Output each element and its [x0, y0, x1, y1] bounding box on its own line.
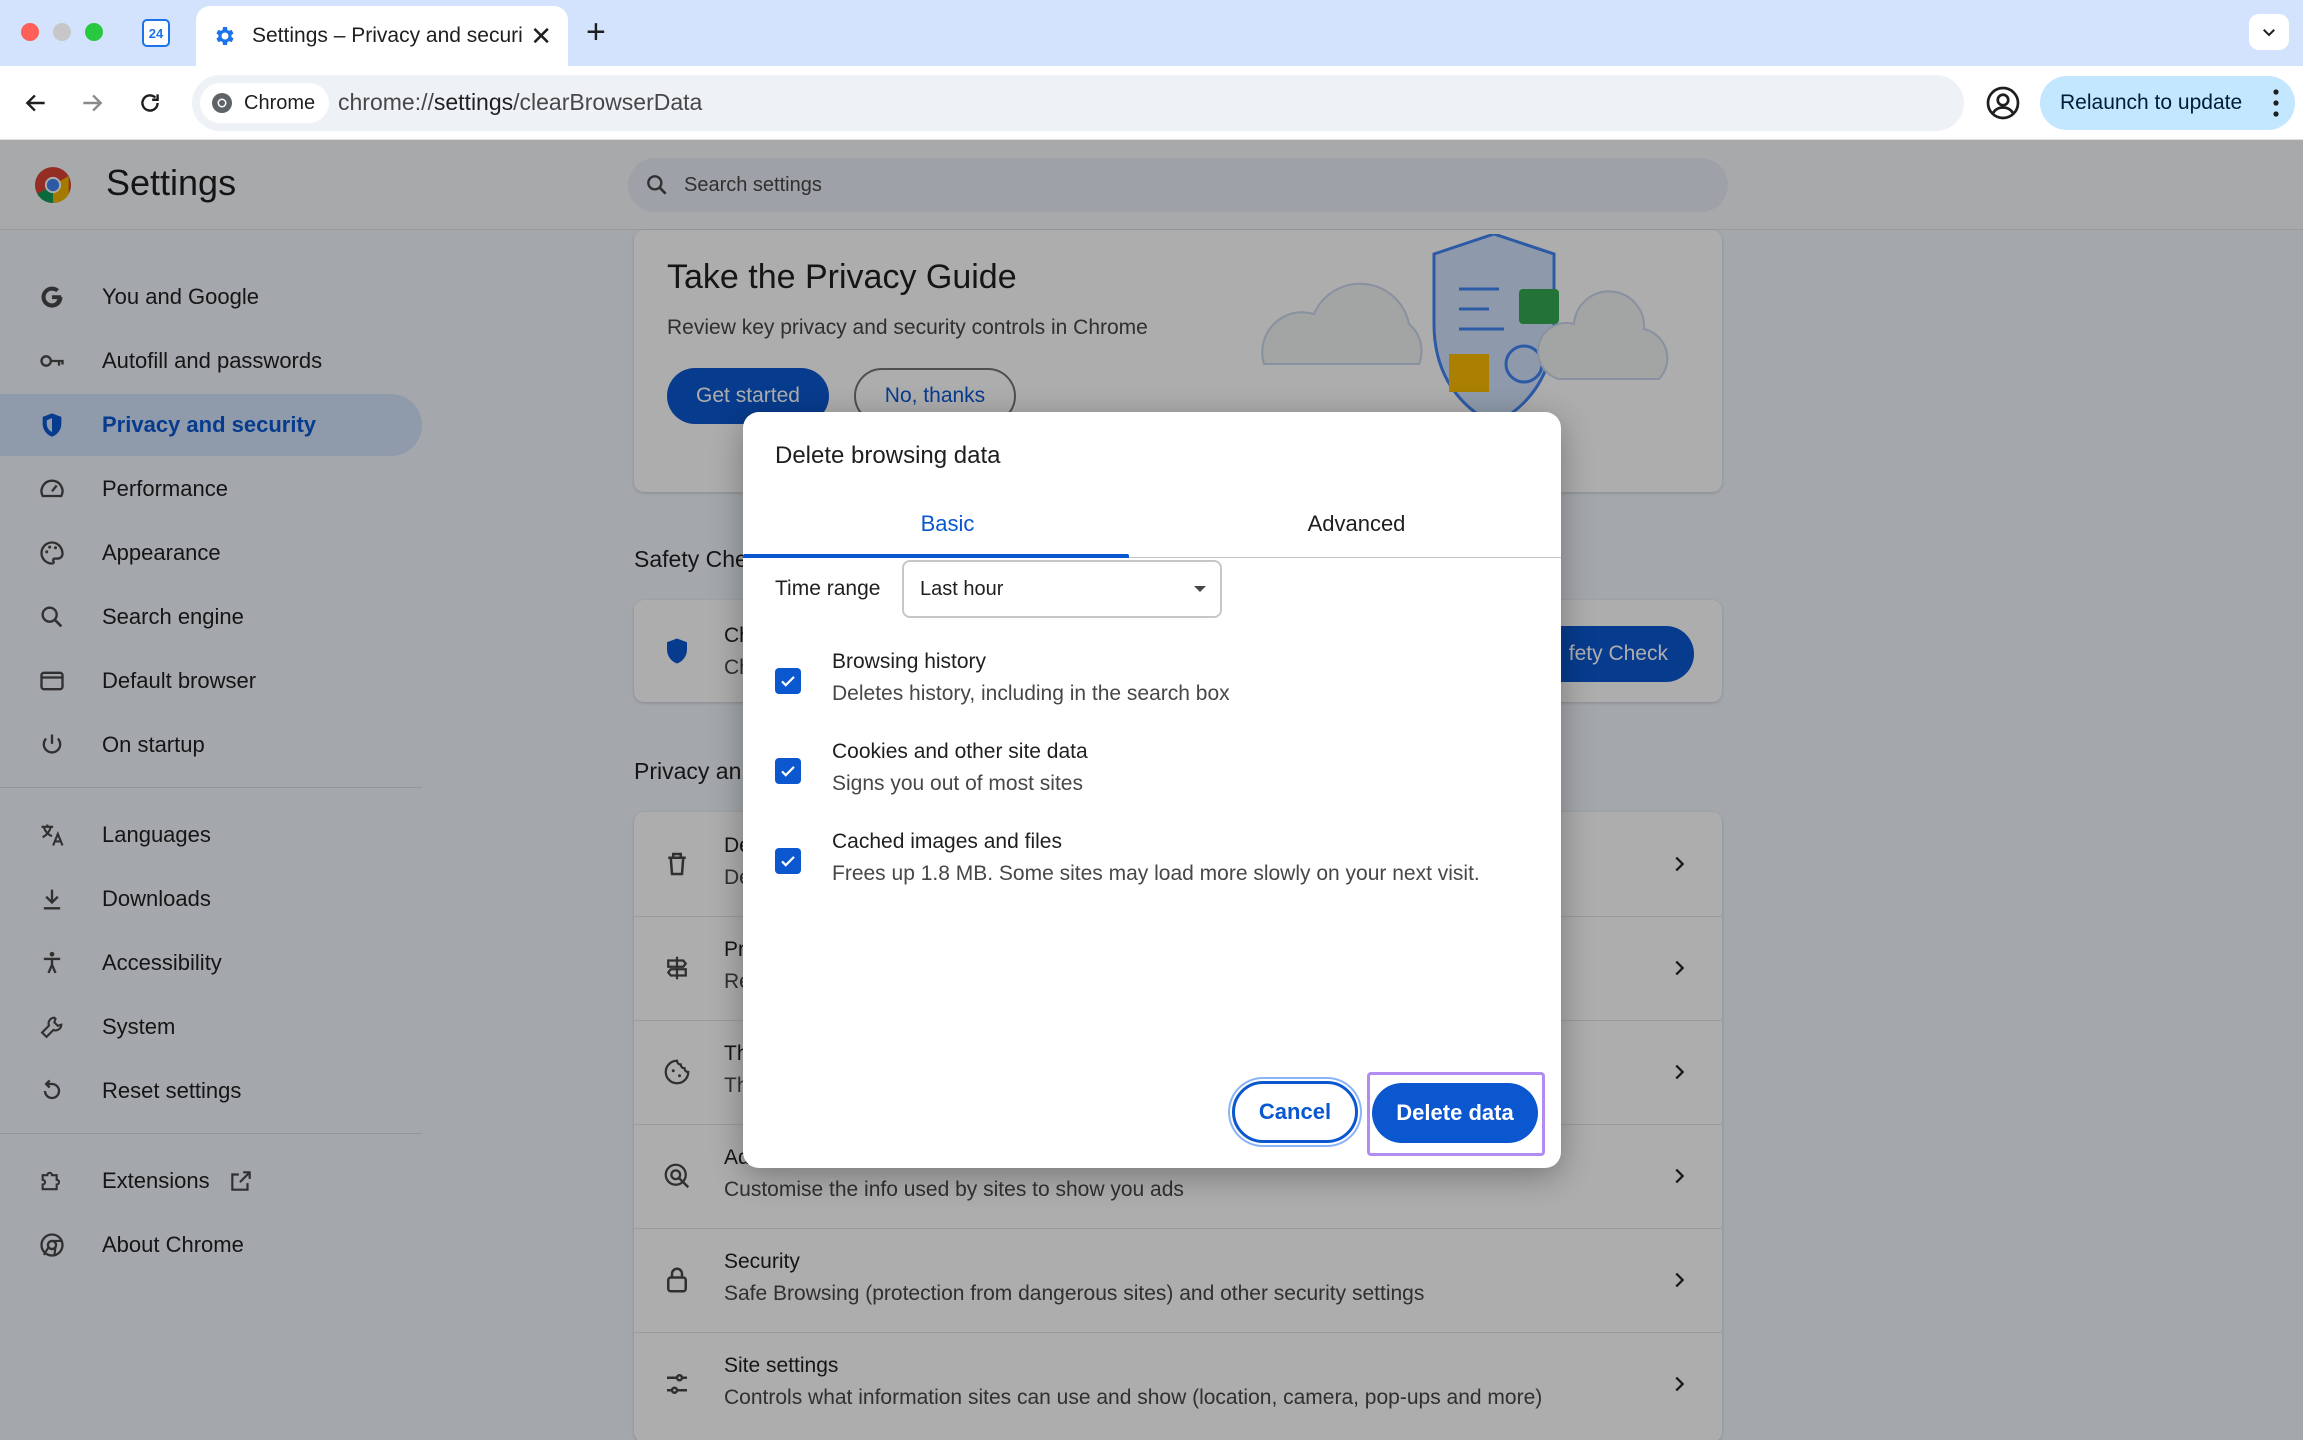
option-subtitle: Deletes history, including in the search… — [832, 682, 1230, 705]
address-bar[interactable]: Chrome chrome://settings/clearBrowserDat… — [192, 75, 2125, 131]
time-range-label: Time range — [775, 577, 881, 600]
option-cached-images: Cached images and files Frees up 1.8 MB.… — [775, 830, 1535, 900]
option-subtitle: Frees up 1.8 MB. Some sites may load mor… — [832, 862, 1480, 885]
more-vert-icon[interactable] — [2273, 88, 2279, 118]
browser-toolbar: Chrome chrome://settings/clearBrowserDat… — [0, 66, 2303, 140]
minimize-window-button[interactable] — [53, 23, 71, 41]
option-title: Browsing history — [832, 650, 987, 673]
time-range-select[interactable]: Last hour — [902, 560, 1222, 618]
option-cookies: Cookies and other site data Signs you ou… — [775, 740, 1535, 810]
reload-icon — [141, 94, 159, 112]
option-browsing-history: Browsing history Deletes history, includ… — [775, 650, 1535, 720]
forward-button[interactable] — [72, 83, 112, 123]
close-window-button[interactable] — [21, 23, 39, 41]
chrome-icon — [212, 93, 232, 113]
back-button[interactable] — [16, 83, 56, 123]
cookies-checkbox[interactable] — [775, 758, 801, 784]
option-subtitle: Signs you out of most sites — [832, 772, 1083, 795]
tab-search-button[interactable] — [2249, 14, 2289, 50]
site-chip-label: Chrome — [244, 91, 316, 114]
cancel-button[interactable]: Cancel — [1232, 1081, 1358, 1143]
tab-strip: 24 Settings – Privacy and securit ✕ + — [0, 0, 2303, 66]
active-tab[interactable]: Settings – Privacy and securit ✕ — [196, 6, 568, 66]
reload-button[interactable] — [130, 83, 170, 123]
option-title: Cached images and files — [832, 830, 1062, 853]
time-range-value: Last hour — [920, 577, 1004, 600]
relaunch-label: Relaunch to update — [2060, 91, 2243, 114]
dialog-tabs: Basic Advanced — [743, 490, 1561, 558]
profile-icon[interactable] — [1985, 85, 2021, 121]
delete-data-button[interactable]: Delete data — [1372, 1083, 1538, 1143]
tab-close-icon[interactable]: ✕ — [530, 23, 552, 49]
relaunch-to-update-button[interactable]: Relaunch to update — [2040, 76, 2295, 130]
back-arrow-icon — [25, 94, 45, 112]
url-text[interactable]: chrome://settings/clearBrowserData — [338, 89, 702, 116]
dropdown-arrow-icon — [1194, 586, 1206, 592]
calendar-tab-icon[interactable]: 24 — [142, 19, 170, 47]
browsing-history-checkbox[interactable] — [775, 668, 801, 694]
maximize-window-button[interactable] — [85, 23, 103, 41]
active-tab-indicator — [743, 554, 1129, 558]
chevron-down-icon — [2263, 29, 2275, 37]
checkmark-icon — [781, 676, 795, 687]
cached-images-checkbox[interactable] — [775, 848, 801, 874]
forward-arrow-icon — [83, 94, 103, 112]
tab-advanced[interactable]: Advanced — [1152, 490, 1561, 558]
checkmark-icon — [781, 856, 795, 867]
gear-icon — [216, 27, 234, 45]
site-info-chip[interactable]: Chrome — [200, 83, 330, 123]
delete-browsing-data-dialog: Delete browsing data Basic Advanced Time… — [743, 412, 1561, 1168]
checkmark-icon — [781, 766, 795, 777]
tab-title: Settings – Privacy and securit — [252, 24, 522, 47]
new-tab-button[interactable]: + — [586, 14, 606, 50]
option-title: Cookies and other site data — [832, 740, 1088, 763]
tab-basic[interactable]: Basic — [743, 490, 1152, 558]
dialog-title: Delete browsing data — [775, 442, 1001, 469]
